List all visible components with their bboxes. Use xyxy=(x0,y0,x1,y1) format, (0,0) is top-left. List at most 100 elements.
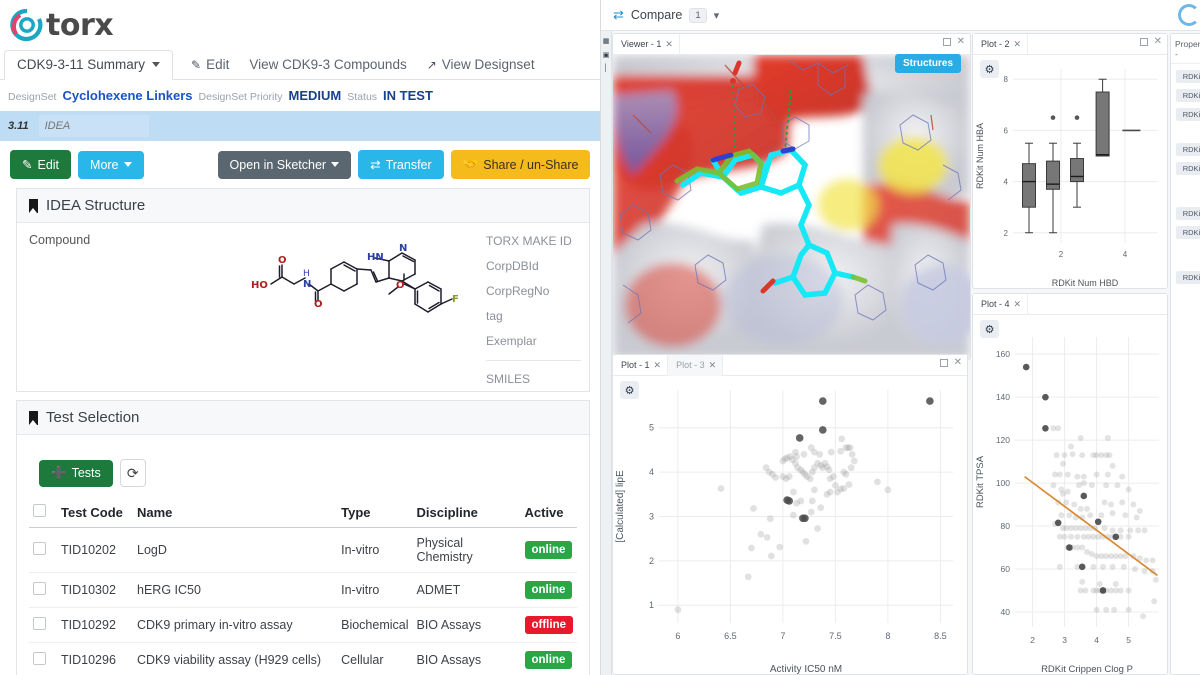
viewer-side-toolbar[interactable]: ▦ ▣ │ xyxy=(601,31,612,675)
refresh-button[interactable]: ⟳ xyxy=(120,459,146,487)
tab-plot-4-label: Plot - 4 xyxy=(981,299,1010,309)
svg-text:O: O xyxy=(314,299,323,310)
open-in-sketcher-button[interactable]: Open in Sketcher xyxy=(218,151,352,179)
property-chip[interactable]: RDKit xyxy=(1176,271,1200,284)
plot2-canvas[interactable]: 242468RDKit Num HBDRDKit Num HBA xyxy=(973,55,1167,288)
viewer-panel: Viewer - 1 ✕ ✕ Structures xyxy=(612,33,971,360)
bookmark-icon xyxy=(29,199,38,213)
svg-text:5: 5 xyxy=(649,423,654,433)
close-icon[interactable]: ✕ xyxy=(1014,299,1022,310)
svg-text:5: 5 xyxy=(1126,635,1131,645)
close-icon[interactable]: ✕ xyxy=(1154,38,1162,46)
close-icon[interactable]: ✕ xyxy=(654,360,662,371)
chevron-down-icon[interactable]: ▾ xyxy=(714,9,720,22)
row-checkbox[interactable] xyxy=(33,582,46,595)
svg-text:60: 60 xyxy=(1001,564,1011,574)
select-all-header xyxy=(29,497,57,528)
layout-split-icon[interactable]: ▣ xyxy=(601,51,611,59)
priority-value: MEDIUM xyxy=(289,88,342,103)
tab-viewer-1[interactable]: Viewer - 1 ✕ xyxy=(613,34,680,55)
status-value: IN TEST xyxy=(383,88,433,103)
property-chip[interactable]: RDKit xyxy=(1176,143,1200,156)
col-active[interactable]: Active xyxy=(521,497,578,528)
close-icon[interactable]: ✕ xyxy=(709,360,717,371)
maximize-icon[interactable] xyxy=(1140,38,1148,46)
compare-label[interactable]: Compare xyxy=(631,8,682,22)
tab-plot-1[interactable]: Plot - 1 ✕ xyxy=(613,355,668,376)
property-chip[interactable]: RDKit xyxy=(1176,226,1200,239)
cell-name: CDK9 viability assay (H929 cells) xyxy=(133,643,337,675)
property-chip[interactable]: RDKit xyxy=(1176,108,1200,121)
tab-plot-3[interactable]: Plot - 3 ✕ xyxy=(668,355,723,376)
property-chip[interactable]: RDKit xyxy=(1176,162,1200,175)
svg-text:40: 40 xyxy=(1001,607,1011,617)
tab-plot-4[interactable]: Plot - 4 ✕ xyxy=(973,294,1028,315)
maximize-icon[interactable] xyxy=(943,38,951,46)
row-checkbox-cell xyxy=(29,608,57,643)
transfer-button[interactable]: ⇄ Transfer xyxy=(358,150,444,179)
cell-discipline: BIO Assays xyxy=(413,643,521,675)
share-button[interactable]: 🤝 Share / un-Share xyxy=(451,150,591,179)
designset-value[interactable]: Cyclohexene Linkers xyxy=(62,88,192,103)
pencil-icon: ✎ xyxy=(191,58,201,72)
cell-active: online xyxy=(521,573,578,608)
svg-text:8.5: 8.5 xyxy=(934,631,947,641)
cell-discipline: BIO Assays xyxy=(413,608,521,643)
maximize-icon[interactable] xyxy=(940,359,948,367)
col-test-code[interactable]: Test Code xyxy=(57,497,133,528)
table-row[interactable]: TID10292 CDK9 primary in-vitro assay Bio… xyxy=(29,608,577,643)
cell-test-code: TID10296 xyxy=(57,643,133,675)
plot2-window-controls: ✕ xyxy=(1140,38,1162,46)
tab-edit[interactable]: ✎ Edit xyxy=(181,51,239,79)
row-checkbox[interactable] xyxy=(33,652,46,665)
table-row[interactable]: TID10202 LogD In-vitro Physical Chemistr… xyxy=(29,528,577,573)
close-icon[interactable]: ✕ xyxy=(665,39,673,50)
scroll-handle[interactable]: │ xyxy=(601,65,611,72)
edit-button[interactable]: ✎ Edit xyxy=(10,150,71,179)
structures-button[interactable]: Structures xyxy=(895,54,961,73)
cell-active: offline xyxy=(521,608,578,643)
table-row[interactable]: TID10296 CDK9 viability assay (H929 cell… xyxy=(29,643,577,675)
tab-view-designset[interactable]: ↗ View Designset xyxy=(417,51,545,79)
idea-name-input[interactable] xyxy=(39,115,149,137)
cell-test-code: TID10202 xyxy=(57,528,133,573)
plot2-settings-button[interactable]: ⚙ xyxy=(980,60,999,78)
right-pane: ⇄ Compare 1 ▾ ▦ ▣ │ Viewer - 1 ✕ ✕ xyxy=(600,0,1200,675)
brand-logo[interactable]: torx xyxy=(0,0,600,46)
table-row[interactable]: TID10302 hERG IC50 In-vitro ADMET online xyxy=(29,573,577,608)
plot4-settings-button[interactable]: ⚙ xyxy=(980,320,999,338)
select-all-checkbox[interactable] xyxy=(33,504,46,517)
close-icon[interactable]: ✕ xyxy=(1014,39,1022,50)
row-checkbox[interactable] xyxy=(33,617,46,630)
plot13-settings-button[interactable]: ⚙ xyxy=(620,381,639,399)
layout-grid-icon[interactable]: ▦ xyxy=(601,37,611,45)
property-chip[interactable]: RDKit xyxy=(1176,89,1200,102)
plus-circle-icon: ➕ xyxy=(51,466,67,481)
property-chip[interactable]: RDKit xyxy=(1176,70,1200,83)
more-button[interactable]: More xyxy=(78,151,143,179)
col-name[interactable]: Name xyxy=(133,497,337,528)
add-tests-button[interactable]: ➕ Tests xyxy=(39,460,113,487)
col-discipline[interactable]: Discipline xyxy=(413,497,521,528)
tab-view-compounds[interactable]: View CDK9-3 Compounds xyxy=(239,51,416,79)
property-chip[interactable]: RDKit xyxy=(1176,207,1200,220)
row-checkbox-cell xyxy=(29,643,57,675)
compare-icon: ⇄ xyxy=(613,7,624,23)
field-smiles: SMILES xyxy=(486,367,581,392)
tab-summary[interactable]: CDK9-3-11 Summary xyxy=(4,50,173,80)
svg-text:7.5: 7.5 xyxy=(829,631,842,641)
cell-type: Biochemical xyxy=(337,608,412,643)
close-icon[interactable]: ✕ xyxy=(954,359,962,367)
plot13-panel: Plot - 1 ✕ Plot - 3 ✕ ✕ ⚙ 66.577.588.512… xyxy=(612,354,968,675)
col-type[interactable]: Type xyxy=(337,497,412,528)
row-checkbox[interactable] xyxy=(33,542,46,555)
field-exemplar: Exemplar xyxy=(486,329,581,354)
plot4-canvas[interactable]: 2345406080100120140160RDKit Crippen Clog… xyxy=(973,315,1167,674)
plot13-canvas[interactable]: 66.577.588.512345Activity IC50 nM[Calcul… xyxy=(613,376,967,674)
tab-plot-2[interactable]: Plot - 2 ✕ xyxy=(973,34,1028,55)
close-icon[interactable]: ✕ xyxy=(957,38,965,46)
svg-text:6: 6 xyxy=(1004,126,1009,135)
add-tests-label: Tests xyxy=(72,466,101,480)
protein-3d-render[interactable] xyxy=(613,55,970,359)
viewer-tabbar: Viewer - 1 ✕ ✕ xyxy=(613,34,970,55)
